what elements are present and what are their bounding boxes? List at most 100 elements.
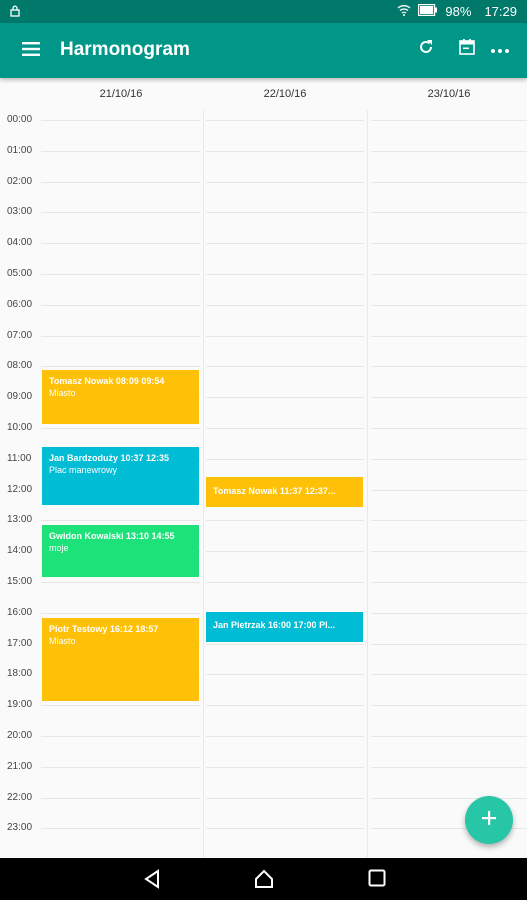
hour-label: 11:00 [7, 452, 32, 464]
hour-gridline [206, 150, 364, 152]
hour-gridline [41, 766, 200, 768]
hour-gridline [371, 212, 527, 214]
hour-gridline [371, 428, 527, 429]
hour-gridline [206, 458, 364, 460]
hour-gridline [206, 705, 364, 707]
hour-gridline [206, 520, 364, 522]
hour-gridline [41, 181, 200, 183]
add-icon [482, 810, 496, 830]
hour-label: 20:00 [7, 730, 33, 741]
event-title: Tomasz Nowak 11:37 12:37... [213, 486, 336, 496]
event-title: Gwidon Kowalski 13:10 14:55 [49, 531, 175, 541]
hour-label: 06:00 [7, 298, 33, 310]
hour-gridline [206, 212, 364, 214]
hour-gridline [41, 612, 200, 614]
hour-gridline [206, 828, 364, 830]
hour-gridline [371, 551, 527, 553]
schedule-grid[interactable]: 00:00 01:00 02:00 03:00 04:00 05:00 06:00 07:00… [0, 110, 527, 858]
hour-gridline [41, 274, 200, 275]
hour-gridline [206, 243, 364, 245]
event-block[interactable]: Gwidon Kowalski 13:10 14:55 moje [42, 525, 199, 577]
home-icon[interactable] [254, 869, 274, 894]
back-icon[interactable] [143, 869, 161, 894]
add-event-button[interactable] [465, 796, 513, 844]
hour-label: 09:00 [7, 391, 33, 403]
event-place: moje [49, 543, 69, 553]
hour-gridline [41, 304, 200, 306]
event-block[interactable]: Piotr Testowy 16:12 18:57 Miasto [42, 618, 199, 701]
hour-gridline [206, 428, 364, 429]
day-header-row: 21/10/16 22/10/16 23/10/16 [0, 78, 527, 110]
hour-gridline [371, 397, 527, 399]
hour-gridline [41, 797, 200, 799]
clock: 17:29 [484, 4, 517, 19]
hour-label: 12:00 [7, 483, 33, 495]
hour-row: 22:00 [0, 788, 527, 819]
hour-gridline [371, 520, 527, 522]
hour-gridline [206, 397, 364, 399]
hour-gridline [206, 582, 364, 583]
calendar-icon[interactable] [459, 38, 475, 61]
hour-gridline [371, 705, 527, 707]
refresh-icon[interactable] [417, 38, 435, 61]
hour-gridline [206, 674, 364, 676]
wifi-icon [397, 4, 411, 19]
hour-row: 05:00 [0, 264, 527, 295]
hour-gridline [371, 274, 527, 275]
menu-icon[interactable] [22, 42, 40, 61]
hour-gridline [206, 335, 364, 337]
event-title: Piotr Testowy 16:12 18:57 [49, 624, 159, 634]
hour-label: 23:00 [7, 822, 33, 834]
hour-gridline [41, 736, 200, 737]
hour-gridline [206, 643, 364, 645]
hour-row: 04:00 [0, 233, 527, 264]
day-header: 21/10/16 [99, 88, 143, 100]
hour-gridline [41, 335, 200, 337]
app-bar: Harmonogram [0, 23, 527, 78]
event-block[interactable]: Tomasz Nowak 11:37 12:37... [206, 477, 363, 507]
hour-gridline [371, 643, 527, 645]
hour-gridline [41, 243, 200, 245]
hour-label: 19:00 [7, 699, 33, 711]
hour-gridline [371, 304, 527, 306]
hour-label: 13:00 [7, 514, 33, 526]
hour-row: 01:00 [0, 141, 527, 172]
hour-gridline [41, 428, 200, 429]
hour-label: 00:00 [7, 114, 33, 125]
hour-gridline [371, 181, 527, 183]
hour-label: 01:00 [7, 144, 33, 156]
hour-gridline [206, 736, 364, 737]
hour-gridline [371, 150, 527, 152]
hour-gridline [206, 766, 364, 768]
hour-gridline [371, 243, 527, 245]
hour-label: 16:00 [7, 606, 33, 618]
hour-label: 14:00 [7, 545, 33, 557]
hour-label: 05:00 [7, 268, 33, 279]
hour-label: 18:00 [7, 668, 33, 680]
hour-row: 07:00 [0, 326, 527, 357]
event-block[interactable]: Tomasz Nowak 08:09 09:54 Miasto [42, 370, 199, 424]
hour-gridline [371, 120, 527, 121]
hour-row: 20:00 [0, 726, 527, 757]
event-title: Jan Bardzoduży 10:37 12:35 [49, 453, 170, 463]
hour-row: 02:00 [0, 172, 527, 203]
hour-gridline [206, 181, 364, 183]
hour-gridline [206, 797, 364, 799]
recents-icon[interactable] [368, 869, 386, 892]
hour-gridline [206, 304, 364, 306]
hour-gridline [371, 335, 527, 337]
event-block[interactable]: Jan Pietrzak 16:00 17:00 Pl... [206, 612, 363, 642]
hour-label: 08:00 [7, 360, 33, 372]
hour-row: 00:00 [0, 110, 527, 141]
hour-label: 02:00 [7, 175, 33, 187]
event-block[interactable]: Jan Bardzoduży 10:37 12:35 Plac manewrow… [42, 447, 199, 505]
day-header: 23/10/16 [427, 88, 471, 100]
event-title: Jan Pietrzak 16:00 17:00 Pl... [213, 620, 336, 630]
hour-gridline [206, 366, 364, 368]
status-bar: 98% 17:29 [0, 0, 527, 23]
more-icon[interactable] [490, 41, 510, 59]
hour-row: 06:00 [0, 295, 527, 326]
hour-gridline [371, 366, 527, 368]
battery-percent: 98% [445, 4, 472, 19]
event-place: Plac manewrowy [49, 465, 118, 475]
